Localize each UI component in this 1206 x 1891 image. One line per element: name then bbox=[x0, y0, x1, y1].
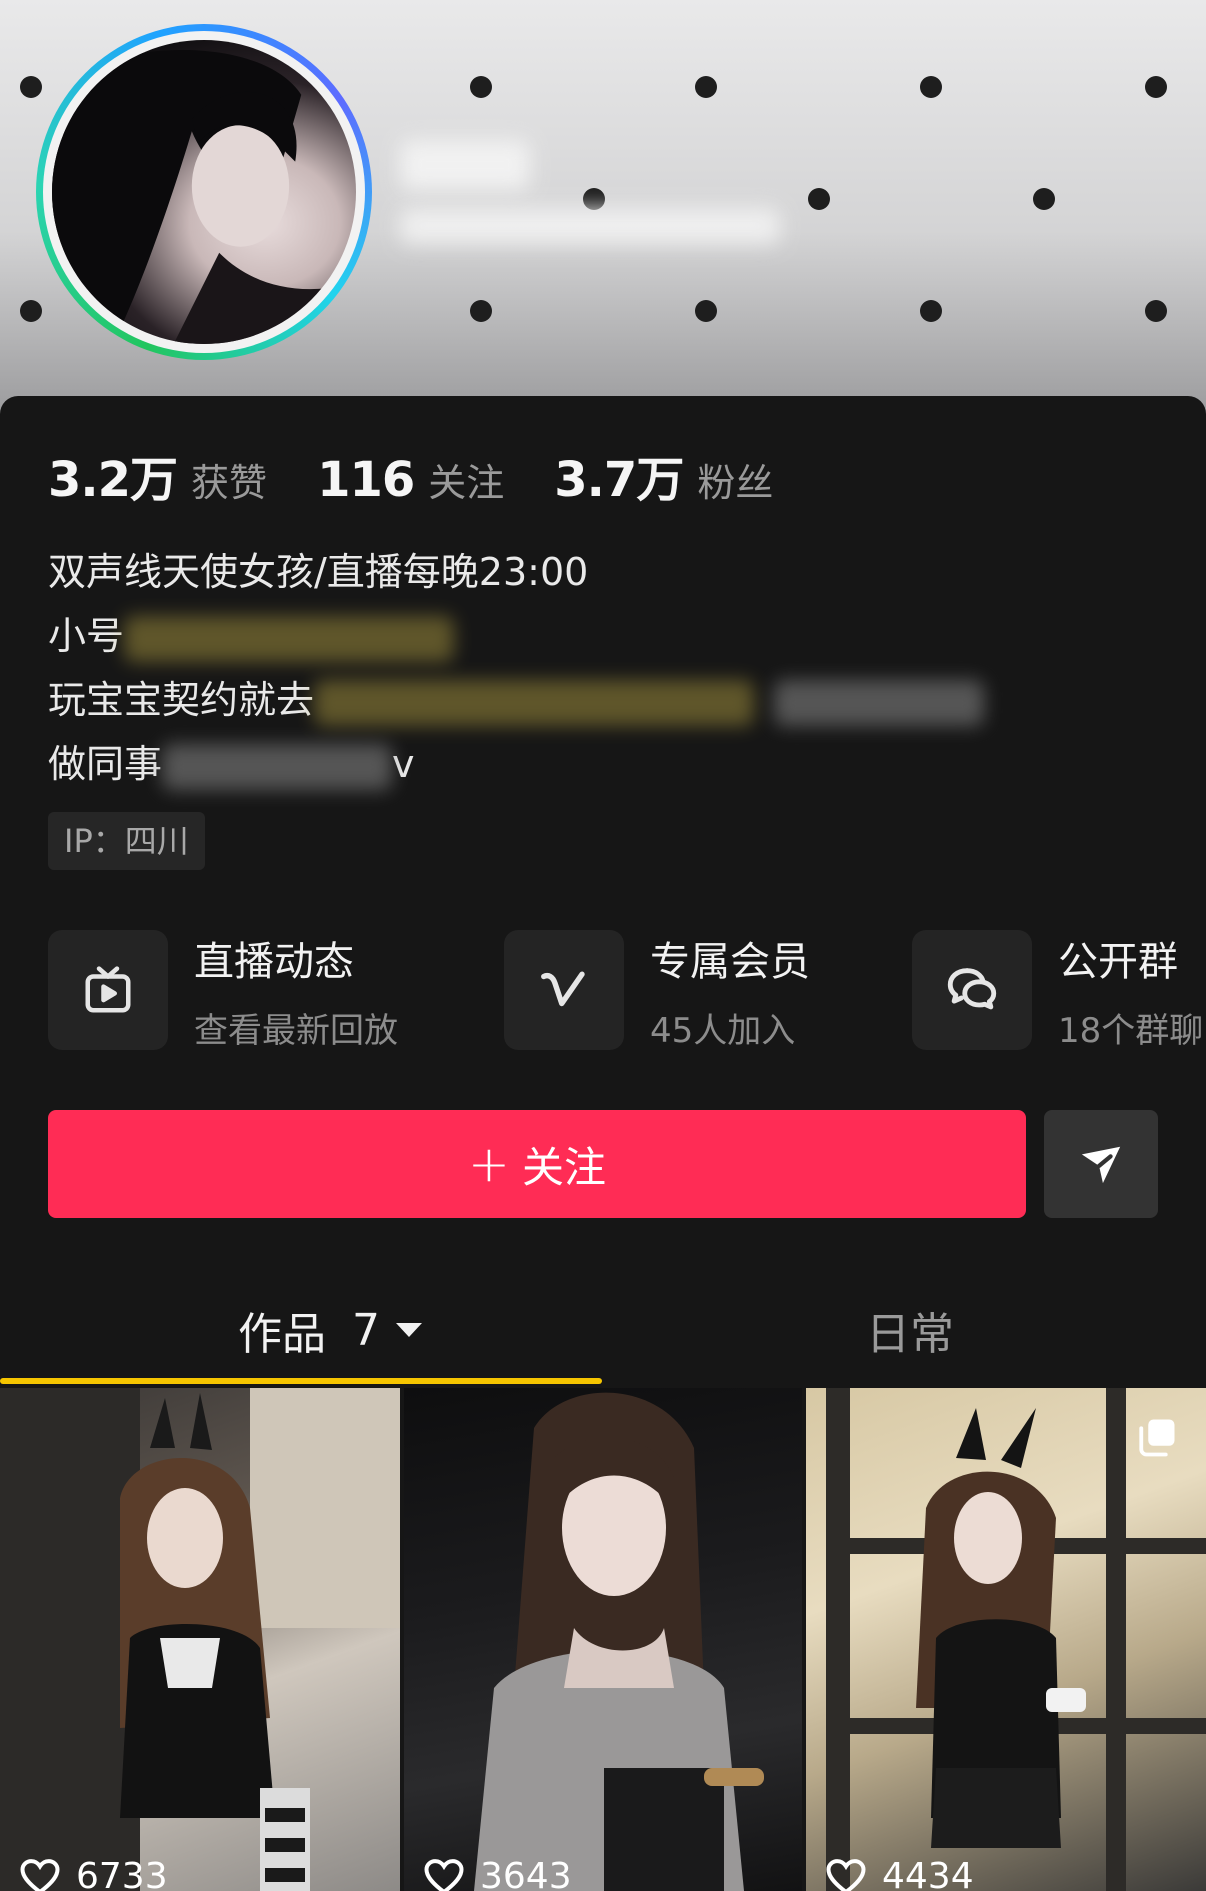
group-chat-icon bbox=[912, 930, 1032, 1050]
follow-button[interactable]: + 关注 bbox=[48, 1110, 1026, 1218]
feature-subtitle: 查看最新回放 bbox=[194, 1010, 398, 1051]
send-message-button[interactable] bbox=[1044, 1110, 1158, 1218]
video-tile[interactable]: 6733 bbox=[0, 1388, 400, 1891]
tab-daily[interactable]: 日常 bbox=[866, 1280, 954, 1380]
cover-dot bbox=[1145, 300, 1167, 322]
bio-line-4-suffix: v bbox=[392, 742, 415, 786]
stat-following[interactable]: 116 关注 bbox=[317, 452, 504, 508]
feature-subtitle: 18个群聊 bbox=[1058, 1010, 1204, 1051]
bio-line-3-prefix: 玩宝宝契约就去 bbox=[48, 678, 315, 722]
feature-cards: 直播动态 查看最新回放 专属会员 45人加入 公开群 18个群聊 bbox=[48, 930, 1206, 1051]
blurred-text bbox=[314, 679, 755, 726]
tab-works-count: 7 bbox=[352, 1304, 380, 1356]
stat-followers[interactable]: 3.7万 粉丝 bbox=[554, 440, 773, 510]
blurred-user-id bbox=[400, 208, 780, 244]
cover-dot bbox=[695, 76, 717, 98]
caret-down-icon bbox=[396, 1323, 422, 1337]
bio-line-4: 做同事 v bbox=[48, 732, 1148, 796]
cover-dot bbox=[920, 76, 942, 98]
cover-dot bbox=[583, 188, 605, 210]
stat-likes[interactable]: 3.2万 获赞 bbox=[48, 440, 267, 510]
ip-location-tag: IP：四川 bbox=[48, 812, 205, 870]
feature-membership[interactable]: 专属会员 45人加入 bbox=[504, 930, 810, 1051]
blurred-username bbox=[400, 140, 530, 190]
heart-icon bbox=[424, 1858, 464, 1891]
video-tile[interactable]: 3643 bbox=[404, 1388, 802, 1891]
video-tile[interactable]: 4434 bbox=[806, 1388, 1206, 1891]
blurred-text bbox=[774, 679, 985, 726]
blurred-text bbox=[162, 743, 393, 790]
feature-title: 直播动态 bbox=[194, 938, 354, 985]
feature-public-group[interactable]: 公开群 18个群聊 bbox=[912, 930, 1204, 1051]
video-grid: 6733 3643 4434 bbox=[0, 1388, 1206, 1891]
feature-title: 公开群 bbox=[1058, 938, 1178, 985]
video-thumbnail bbox=[0, 1388, 400, 1891]
video-likes: 3643 bbox=[424, 1856, 572, 1891]
stat-likes-value: 3.2万 bbox=[48, 452, 178, 508]
video-likes: 6733 bbox=[20, 1856, 168, 1891]
feature-subtitle: 45人加入 bbox=[650, 1010, 796, 1051]
heart-icon bbox=[826, 1858, 866, 1891]
cover-dot bbox=[1033, 188, 1055, 210]
content-tabs: 作品 7 日常 bbox=[0, 1280, 1206, 1390]
video-thumbnail bbox=[826, 1388, 1206, 1891]
tab-daily-label: 日常 bbox=[866, 1309, 954, 1360]
active-tab-indicator bbox=[0, 1378, 602, 1384]
profile-stats: 3.2万 获赞 116 关注 3.7万 粉丝 bbox=[48, 440, 823, 510]
stat-following-label: 关注 bbox=[428, 461, 505, 505]
video-likes-count: 4434 bbox=[882, 1856, 974, 1891]
avatar-image bbox=[52, 40, 356, 344]
feature-title: 专属会员 bbox=[650, 938, 810, 985]
cover-dot bbox=[695, 300, 717, 322]
tab-works-label: 作品 bbox=[238, 1309, 326, 1360]
stat-likes-label: 获赞 bbox=[191, 461, 268, 505]
cover-dot bbox=[808, 188, 830, 210]
blurred-text bbox=[124, 615, 455, 662]
video-thumbnail bbox=[474, 1392, 764, 1891]
tab-works[interactable]: 作品 7 bbox=[238, 1280, 424, 1380]
bio-line-2-prefix: 小号 bbox=[48, 614, 125, 658]
cover-dot bbox=[20, 300, 42, 322]
bio-line-3: 玩宝宝契约就去 bbox=[48, 668, 1148, 732]
bio-line-1: 双声线天使女孩/直播每晚23:00 bbox=[48, 550, 589, 594]
feature-live-updates[interactable]: 直播动态 查看最新回放 bbox=[48, 930, 398, 1051]
stat-following-value: 116 bbox=[317, 452, 415, 508]
cover-dot bbox=[470, 76, 492, 98]
plus-icon: + bbox=[468, 1135, 510, 1193]
cover-dot bbox=[920, 300, 942, 322]
cover-dot bbox=[470, 300, 492, 322]
video-likes-count: 3643 bbox=[480, 1856, 572, 1891]
heart-icon bbox=[20, 1858, 60, 1891]
multi-image-icon bbox=[1139, 1419, 1175, 1457]
follow-button-label: 关注 bbox=[521, 1142, 606, 1192]
tv-play-icon bbox=[48, 930, 168, 1050]
bio-line-4-prefix: 做同事 bbox=[48, 742, 163, 786]
cover-dot bbox=[1145, 76, 1167, 98]
bio-line-2: 小号 bbox=[48, 604, 1148, 668]
v-membership-icon bbox=[504, 930, 624, 1050]
avatar[interactable] bbox=[36, 24, 372, 360]
profile-bio: 双声线天使女孩/直播每晚23:00 小号 玩宝宝契约就去 做同事 v bbox=[48, 540, 1148, 796]
video-likes-count: 6733 bbox=[76, 1856, 168, 1891]
stat-followers-label: 粉丝 bbox=[697, 461, 774, 505]
stat-followers-value: 3.7万 bbox=[554, 452, 684, 508]
send-icon bbox=[1081, 1146, 1121, 1184]
video-likes: 4434 bbox=[826, 1856, 974, 1891]
cover-dot bbox=[20, 76, 42, 98]
